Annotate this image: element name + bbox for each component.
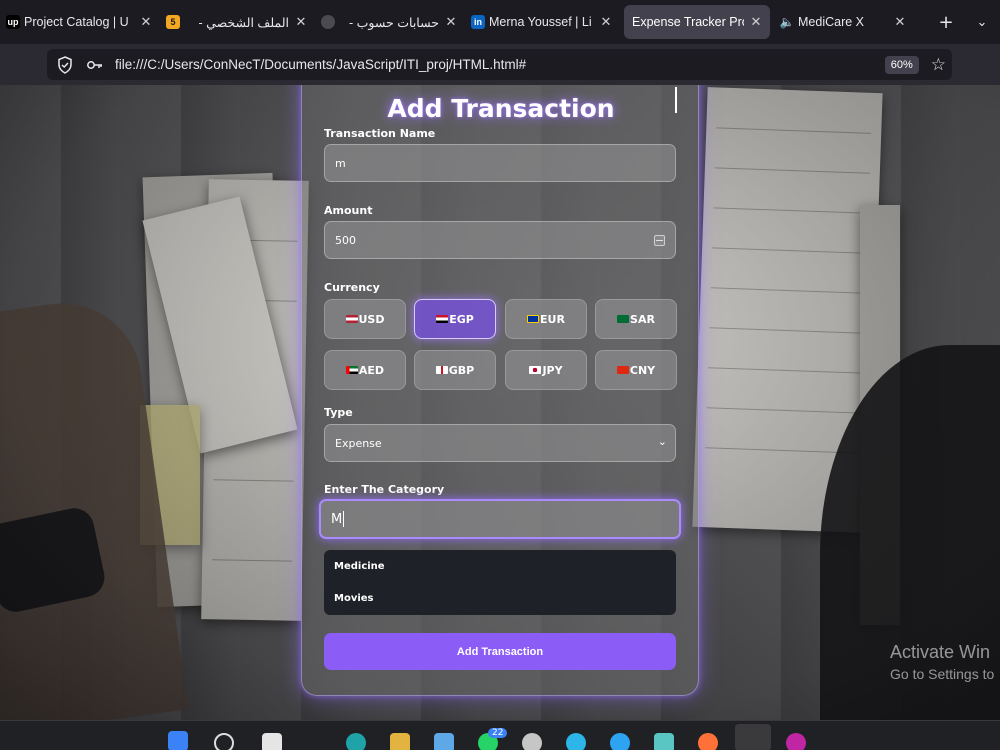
linkedin-icon: in	[471, 15, 485, 29]
tab-expense-tracker[interactable]: Expense Tracker Pro ✕	[624, 5, 770, 39]
transaction-name-label: Transaction Name	[324, 127, 436, 140]
type-value: Expense	[335, 436, 382, 450]
edge-icon[interactable]	[346, 733, 366, 750]
bookmark-star-icon[interactable]: ☆	[931, 55, 946, 75]
tab-actions: + ⌄	[928, 12, 1000, 33]
close-icon[interactable]: ✕	[892, 14, 908, 30]
gb-flag-icon	[435, 366, 448, 374]
close-icon[interactable]: ✕	[598, 14, 614, 30]
jp-flag-icon	[529, 366, 542, 374]
tab-linkedin[interactable]: in Merna Youssef | Li ✕	[465, 4, 620, 40]
task-view-icon[interactable]	[262, 733, 282, 750]
app-icon[interactable]	[654, 733, 674, 750]
cn-flag-icon	[616, 366, 629, 374]
chevron-down-icon: ⌄	[657, 435, 667, 448]
tab-project-catalog[interactable]: up Project Catalog | U ✕	[0, 4, 160, 40]
suggestion-movies[interactable]: Movies	[324, 582, 676, 614]
list-tabs-icon[interactable]: ⌄	[964, 15, 1000, 30]
url-text[interactable]: file:///C:/Users/ConNecT/Documents/JavaS…	[115, 57, 885, 72]
page-viewport: Activate Win Go to Settings to Add Trans…	[0, 85, 1000, 720]
currency-code: GBP	[448, 363, 475, 377]
type-label: Type	[324, 406, 353, 419]
us-flag-icon	[345, 315, 358, 323]
form-title: Add Transaction	[387, 94, 615, 123]
currency-code: EGP	[449, 312, 474, 326]
close-icon[interactable]: ✕	[443, 14, 459, 30]
navigation-bar: file:///C:/Users/ConNecT/Documents/JavaS…	[0, 44, 1000, 85]
currency-code: AED	[358, 363, 385, 377]
shield-icon[interactable]	[55, 55, 75, 75]
currency-code: EUR	[540, 312, 565, 326]
sa-flag-icon	[617, 315, 630, 323]
transaction-name-input[interactable]: m	[324, 144, 676, 182]
firefox-icon[interactable]	[698, 733, 718, 750]
currency-jpy-button[interactable]: JPY	[505, 350, 587, 390]
key-icon[interactable]	[85, 55, 105, 75]
currency-cny-button[interactable]: CNY	[595, 350, 677, 390]
tab-title: Project Catalog | U	[24, 15, 129, 29]
windows-activation-watermark: Activate Win Go to Settings to	[890, 642, 994, 682]
add-transaction-card: Add Transaction Transaction Name m Amoun…	[301, 85, 699, 696]
currency-code: USD	[358, 312, 385, 326]
category-label: Enter The Category	[324, 483, 445, 496]
currency-eur-button[interactable]: EUR	[505, 299, 587, 339]
tab-profile[interactable]: 5 الملف الشخصي - ✕	[160, 4, 315, 40]
currency-sar-button[interactable]: SAR	[595, 299, 677, 339]
currency-aed-button[interactable]: AED	[324, 350, 406, 390]
add-transaction-button[interactable]: Add Transaction	[324, 633, 676, 670]
windows-taskbar: 22	[0, 720, 1000, 750]
amount-label: Amount	[324, 204, 373, 217]
text-caret	[343, 511, 345, 527]
currency-label: Currency	[324, 281, 380, 294]
eu-flag-icon	[527, 315, 540, 323]
currency-gbp-button[interactable]: GBP	[414, 350, 496, 390]
telegram-icon[interactable]	[610, 733, 630, 750]
tab-title: Expense Tracker Pro	[632, 15, 744, 29]
hsoub-icon	[321, 15, 335, 29]
amount-input[interactable]: 500	[324, 221, 676, 259]
currency-code: JPY	[542, 363, 563, 377]
close-icon[interactable]: ✕	[748, 14, 764, 30]
category-value: M	[331, 511, 343, 527]
close-icon[interactable]: ✕	[293, 14, 309, 30]
category-input[interactable]: M	[319, 499, 681, 539]
tab-hsoub[interactable]: حسابات حسوب - ✕	[315, 4, 465, 40]
tab-title: حسابات حسوب -	[349, 15, 439, 30]
type-select[interactable]: Expense ⌄	[324, 424, 676, 462]
app-icon[interactable]	[522, 733, 542, 750]
ae-flag-icon	[345, 366, 358, 374]
text-cursor	[675, 87, 677, 113]
number-spinner-icon[interactable]	[654, 235, 665, 246]
eg-flag-icon	[436, 315, 449, 323]
upwork-icon: up	[6, 15, 20, 29]
category-suggestions: Medicine Movies	[324, 550, 676, 615]
tab-title: الملف الشخصي -	[198, 15, 289, 30]
url-bar[interactable]: file:///C:/Users/ConNecT/Documents/JavaS…	[47, 49, 952, 80]
app-icon[interactable]	[786, 733, 806, 750]
currency-usd-button[interactable]: USD	[324, 299, 406, 339]
start-icon[interactable]	[168, 731, 188, 750]
badge-5-icon: 5	[166, 15, 180, 29]
folder-icon[interactable]	[390, 733, 410, 750]
new-tab-icon[interactable]: +	[928, 12, 964, 33]
watermark-line-1: Activate Win	[890, 642, 991, 662]
notification-badge: 22	[488, 728, 508, 738]
active-app-highlight[interactable]	[735, 724, 771, 750]
currency-egp-button[interactable]: EGP	[414, 299, 496, 339]
tab-title: MediCare X	[798, 15, 864, 29]
vscode-icon[interactable]	[566, 733, 586, 750]
currency-code: SAR	[630, 312, 655, 326]
speaker-icon: 🔈	[779, 15, 795, 29]
tab-title: Merna Youssef | Li	[489, 15, 592, 29]
search-icon[interactable]	[214, 733, 234, 750]
amount-value: 500	[335, 233, 356, 247]
tab-strip: up Project Catalog | U ✕ 5 الملف الشخصي …	[0, 0, 1000, 44]
currency-code: CNY	[629, 363, 656, 377]
tab-medicare[interactable]: 🔈 MediCare X ✕	[774, 4, 914, 40]
watermark-line-2: Go to Settings to	[890, 666, 995, 682]
suggestion-medicine[interactable]: Medicine	[324, 550, 676, 582]
store-icon[interactable]	[434, 733, 454, 750]
close-icon[interactable]: ✕	[138, 14, 154, 30]
zoom-indicator[interactable]: 60%	[884, 55, 919, 74]
